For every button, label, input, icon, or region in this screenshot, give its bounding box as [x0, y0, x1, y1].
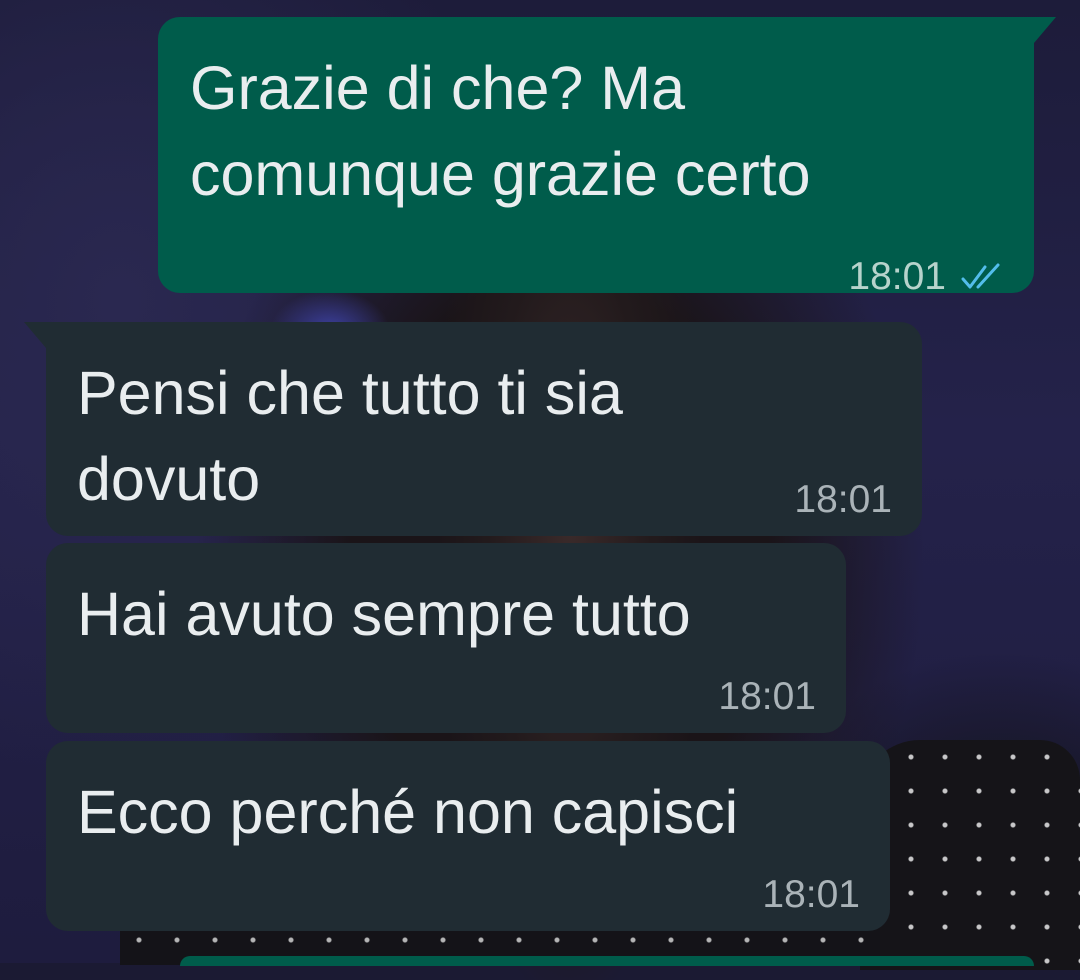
- message-text: Hai avuto sempre tutto: [77, 580, 691, 648]
- message-bubble-outgoing[interactable]: Grazie di che? Ma comunque grazie certo …: [158, 17, 1056, 298]
- message-meta: 18:01: [762, 873, 860, 917]
- message-text: Ecco perché non capisci: [77, 778, 739, 846]
- message-time: 18:01: [794, 478, 892, 521]
- message-time: 18:01: [718, 675, 816, 718]
- message-text: Grazie di che? Ma comunque grazie certo: [190, 54, 811, 208]
- message-bubble-incoming[interactable]: Ecco perché non capisci 18:01: [46, 741, 890, 931]
- message-time: 18:01: [762, 873, 860, 916]
- message-time: 18:01: [848, 255, 946, 298]
- message-meta: 18:01: [794, 478, 892, 522]
- message-meta: 18:01: [718, 675, 816, 719]
- message-bubble-incoming[interactable]: Hai avuto sempre tutto 18:01: [46, 543, 846, 733]
- next-message-bubble-edge: [180, 956, 1034, 966]
- message-text: Pensi che tutto ti sia dovuto: [77, 359, 623, 513]
- message-bubble-incoming[interactable]: Pensi che tutto ti sia dovuto 18:01: [24, 322, 922, 536]
- wallpaper-dress: [860, 740, 1080, 970]
- message-meta: 18:01: [848, 255, 1004, 299]
- double-check-icon: [961, 263, 1000, 289]
